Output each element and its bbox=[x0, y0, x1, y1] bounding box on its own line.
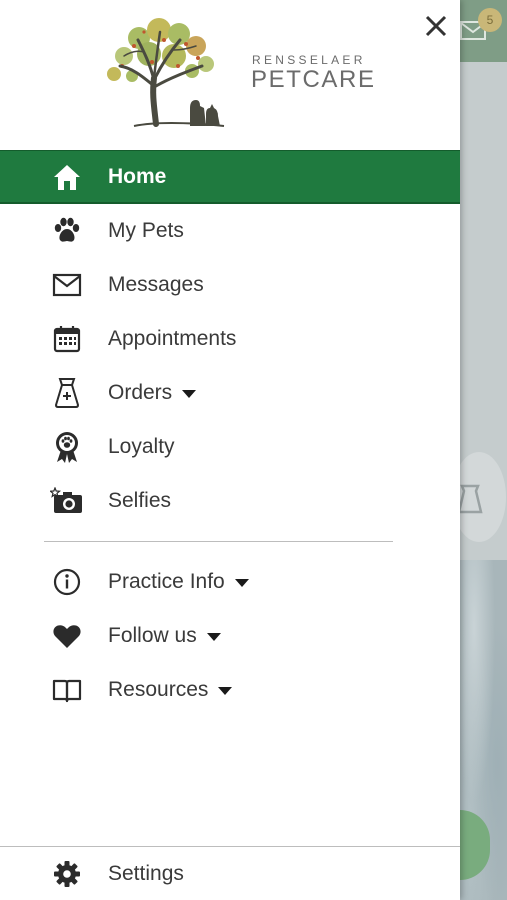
menu-label-orders: Orders bbox=[108, 381, 197, 405]
chevron-down-icon bbox=[234, 579, 249, 587]
menu-item-selfies[interactable]: Selfies bbox=[0, 474, 460, 528]
menu-item-my-pets[interactable]: My Pets bbox=[0, 204, 460, 258]
chevron-down-icon bbox=[182, 390, 197, 398]
menu-label-practice-info: Practice Info bbox=[108, 570, 249, 594]
book-icon bbox=[50, 673, 84, 707]
logo-text-line2: PETCARE bbox=[251, 66, 376, 93]
chevron-down-icon bbox=[206, 633, 221, 641]
envelope-icon bbox=[50, 268, 84, 302]
menu-label-resources: Resources bbox=[108, 678, 233, 702]
menu-label-messages: Messages bbox=[108, 273, 204, 296]
drawer-menu: Home My Pets Messages Appointments Order… bbox=[0, 150, 460, 717]
menu-item-resources[interactable]: Resources bbox=[0, 663, 460, 717]
menu-item-appointments[interactable]: Appointments bbox=[0, 312, 460, 366]
calendar-icon bbox=[50, 322, 84, 356]
orders-label-text: Orders bbox=[108, 381, 173, 404]
menu-item-loyalty[interactable]: Loyalty bbox=[0, 420, 460, 474]
menu-item-orders[interactable]: Orders bbox=[0, 366, 460, 420]
menu-label-my-pets: My Pets bbox=[108, 219, 184, 242]
chevron-down-icon bbox=[218, 687, 233, 695]
menu-label-loyalty: Loyalty bbox=[108, 435, 175, 458]
menu-item-practice-info[interactable]: Practice Info bbox=[0, 555, 460, 609]
resources-label-text: Resources bbox=[108, 678, 209, 701]
logo-text-line1: RENSSELAER bbox=[252, 53, 366, 67]
food-bag-icon bbox=[50, 376, 84, 410]
paw-icon bbox=[50, 214, 84, 248]
menu-divider bbox=[44, 541, 393, 542]
menu-item-messages[interactable]: Messages bbox=[0, 258, 460, 312]
notification-badge: 5 bbox=[478, 8, 502, 32]
food-bag-icon bbox=[460, 484, 483, 514]
heart-icon bbox=[50, 619, 84, 653]
drawer-footer: Settings bbox=[0, 846, 460, 900]
info-icon bbox=[50, 565, 84, 599]
logo: RENSSELAER PETCARE bbox=[94, 16, 384, 134]
menu-label-home: Home bbox=[108, 164, 167, 188]
menu-label-follow-us: Follow us bbox=[108, 624, 221, 648]
background-header: 5 bbox=[460, 0, 507, 62]
menu-item-follow-us[interactable]: Follow us bbox=[0, 609, 460, 663]
home-icon bbox=[50, 160, 84, 194]
menu-item-settings[interactable]: Settings bbox=[0, 847, 460, 900]
menu-item-home[interactable]: Home bbox=[0, 150, 460, 204]
menu-label-selfies: Selfies bbox=[108, 489, 172, 512]
tree-logo-icon bbox=[107, 18, 225, 127]
close-icon[interactable] bbox=[418, 8, 454, 44]
background-app: 5 bbox=[460, 0, 507, 900]
menu-label-appointments: Appointments bbox=[108, 327, 237, 350]
menu-label-settings: Settings bbox=[108, 861, 184, 885]
camera-icon bbox=[50, 484, 84, 518]
gear-icon bbox=[50, 857, 84, 891]
follow-us-label-text: Follow us bbox=[108, 624, 197, 647]
practice-info-label-text: Practice Info bbox=[108, 570, 225, 593]
ribbon-award-icon bbox=[50, 430, 84, 464]
navigation-drawer: RENSSELAER PETCARE Home My Pets Messages… bbox=[0, 0, 460, 900]
